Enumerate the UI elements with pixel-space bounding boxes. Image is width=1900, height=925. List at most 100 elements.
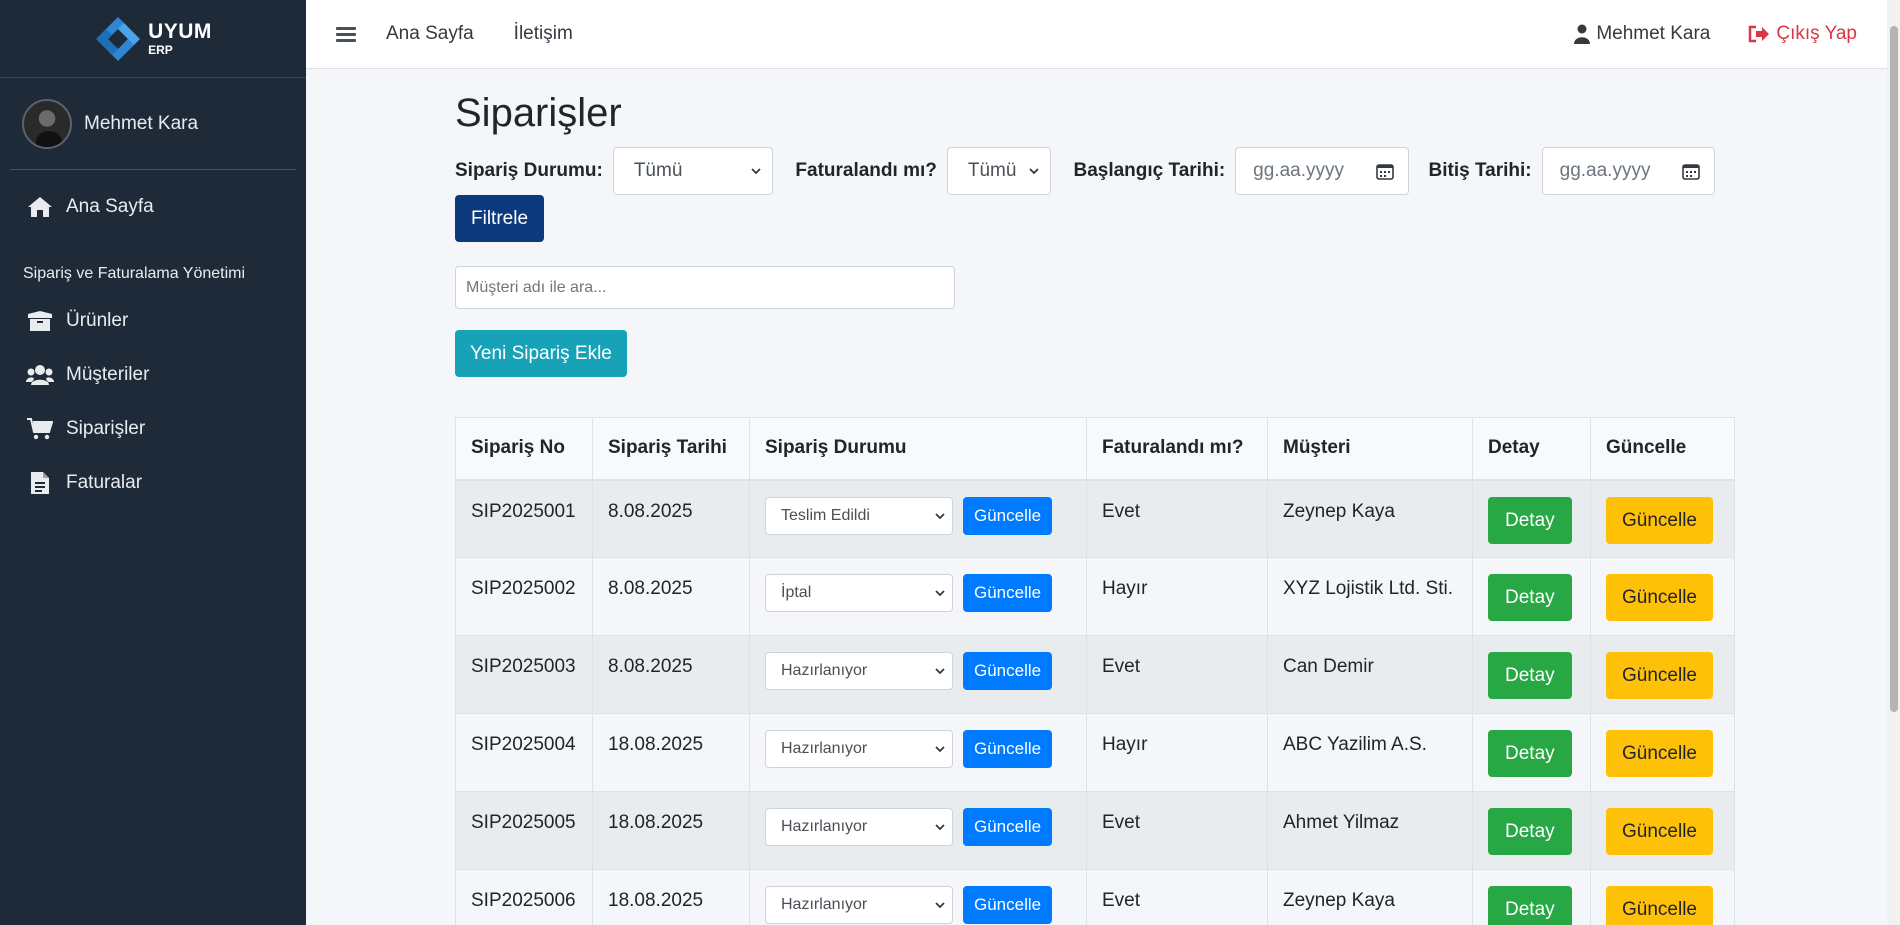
- detail-cell: Detay: [1472, 869, 1591, 925]
- customer-search-input[interactable]: [455, 266, 955, 309]
- edit-button[interactable]: Güncelle: [1606, 808, 1713, 855]
- edit-button[interactable]: Güncelle: [1606, 574, 1713, 621]
- order-status-value: Hazırlanıyor: [781, 896, 868, 913]
- order-date-cell: 18.08.2025: [592, 869, 750, 925]
- filter-button[interactable]: Filtrele: [455, 195, 545, 242]
- edit-button[interactable]: Güncelle: [1606, 730, 1713, 777]
- order-status-value: Teslim Edildi: [781, 506, 870, 524]
- column-header[interactable]: Güncelle: [1590, 417, 1735, 481]
- status-update-button[interactable]: Güncelle: [963, 730, 1053, 768]
- status-update-button[interactable]: Güncelle: [963, 574, 1053, 612]
- column-header[interactable]: Faturalandı mı?: [1086, 417, 1268, 481]
- brand-sub: ERP: [148, 43, 173, 57]
- user-icon: [1574, 24, 1591, 44]
- chevron-down-icon: [935, 590, 945, 597]
- edit-button[interactable]: Güncelle: [1606, 652, 1713, 699]
- sidebar-item-label: Müşteriler: [66, 364, 150, 385]
- detail-button[interactable]: Detay: [1488, 886, 1572, 925]
- invoiced-cell: Hayır: [1086, 713, 1268, 792]
- edit-button[interactable]: Güncelle: [1606, 496, 1713, 544]
- logo-icon: [96, 16, 141, 61]
- sidebar-item-orders[interactable]: Siparişler: [0, 402, 306, 456]
- edit-cell: Güncelle: [1590, 869, 1735, 925]
- status-update-button[interactable]: Güncelle: [963, 886, 1053, 924]
- calendar-icon: [1375, 164, 1394, 180]
- table-row: SIP2025003 8.08.2025 Hazırlanıyor Güncelle E…: [455, 635, 1735, 714]
- status-update-button[interactable]: Güncelle: [963, 496, 1053, 535]
- order-status-select[interactable]: Hazırlanıyor: [765, 652, 953, 690]
- order-date-cell: 18.08.2025: [592, 791, 750, 870]
- sidebar-item-label: Ürünler: [66, 310, 129, 331]
- column-header[interactable]: Müşteri: [1267, 417, 1473, 481]
- order-status-cell: Hazırlanıyor Güncelle: [749, 869, 1087, 925]
- invoiced-cell: Evet: [1086, 791, 1268, 870]
- detail-button[interactable]: Detay: [1488, 808, 1572, 855]
- end-date-label: Bitiş Tarihi:: [1428, 160, 1532, 181]
- status-update-button[interactable]: Güncelle: [963, 652, 1053, 690]
- order-status-select[interactable]: Hazırlanıyor: [765, 886, 953, 924]
- sidebar-item-label: Siparişler: [66, 418, 146, 439]
- end-date-input[interactable]: gg.aa.yyyy: [1541, 147, 1715, 195]
- end-date-placeholder: gg.aa.yyyy: [1559, 160, 1651, 181]
- sidebar-item-home[interactable]: Ana Sayfa: [0, 180, 306, 234]
- order-number-cell: SIP2025001: [455, 479, 593, 558]
- order-status-cell: Teslim Edildi Güncelle: [749, 479, 1087, 558]
- table-header-row: Sipariş No Sipariş Tarihi Sipariş Durumu…: [455, 417, 1735, 481]
- invoiced-filter-value: Tümü: [967, 160, 1017, 181]
- new-order-button[interactable]: Yeni Sipariş Ekle: [455, 330, 627, 377]
- user-panel[interactable]: Mehmet Kara: [10, 78, 296, 170]
- top-link-home[interactable]: Ana Sayfa: [386, 23, 474, 45]
- order-status-select[interactable]: İptal: [765, 574, 953, 612]
- start-date-placeholder: gg.aa.yyyy: [1253, 160, 1344, 181]
- order-status-select[interactable]: Hazırlanıyor: [765, 808, 953, 846]
- chevron-down-icon: [935, 512, 945, 519]
- edit-cell: Güncelle: [1590, 791, 1735, 870]
- detail-cell: Detay: [1472, 791, 1591, 870]
- order-status-select[interactable]: Hazırlanıyor: [765, 730, 953, 768]
- column-header[interactable]: Sipariş Durumu: [749, 417, 1087, 481]
- menu-toggle-icon[interactable]: [336, 26, 356, 42]
- detail-button[interactable]: Detay: [1488, 574, 1572, 621]
- sidebar-item-products[interactable]: Ürünler: [0, 294, 306, 348]
- order-date-cell: 18.08.2025: [592, 713, 750, 792]
- order-status-value: İptal: [781, 584, 812, 601]
- column-header[interactable]: Sipariş Tarihi: [592, 417, 750, 481]
- status-filter-select[interactable]: Tümü: [612, 147, 774, 195]
- detail-button[interactable]: Detay: [1488, 652, 1572, 699]
- status-update-button[interactable]: Güncelle: [963, 808, 1053, 846]
- scrollbar-thumb[interactable]: [1890, 26, 1898, 712]
- column-header[interactable]: Detay: [1472, 417, 1591, 481]
- avatar: [22, 98, 72, 149]
- detail-button[interactable]: Detay: [1488, 730, 1572, 777]
- brand[interactable]: UYUM ERP: [0, 0, 306, 78]
- detail-cell: Detay: [1472, 557, 1591, 636]
- start-date-input[interactable]: gg.aa.yyyy: [1235, 147, 1409, 195]
- start-date-label: Başlangıç Tarihi:: [1073, 160, 1226, 181]
- main-content: Siparişler Sipariş Durumu: Tümü Faturala…: [455, 69, 1735, 925]
- sidebar-item-customers[interactable]: Müşteriler: [0, 348, 306, 402]
- detail-button[interactable]: Detay: [1488, 496, 1572, 544]
- page-scrollbar[interactable]: [1887, 0, 1900, 925]
- edit-button[interactable]: Güncelle: [1606, 886, 1713, 925]
- top-user-menu[interactable]: Mehmet Kara: [1574, 23, 1710, 45]
- order-status-cell: Hazırlanıyor Güncelle: [749, 791, 1087, 870]
- order-number-cell: SIP2025004: [455, 713, 593, 792]
- table-row: SIP2025001 8.08.2025 Teslim Edildi Güncelle…: [455, 479, 1735, 558]
- filter-bar: Sipariş Durumu: Tümü Faturalandı mı? Tüm…: [455, 147, 1735, 195]
- invoiced-filter-select[interactable]: Tümü: [946, 147, 1052, 195]
- order-status-cell: İptal Güncelle: [749, 557, 1087, 636]
- customer-cell: ABC Yazilim A.S.: [1267, 713, 1473, 792]
- sidebar-item-invoices[interactable]: Faturalar: [0, 456, 306, 510]
- top-link-contact[interactable]: İletişim: [514, 23, 573, 45]
- order-status-cell: Hazırlanıyor Güncelle: [749, 635, 1087, 714]
- detail-cell: Detay: [1472, 635, 1591, 714]
- chevron-down-icon: [935, 902, 945, 909]
- top-navbar: Ana Sayfa İletişim Mehmet Kara Çıkış Yap: [306, 0, 1887, 69]
- chevron-down-icon: [935, 746, 945, 753]
- document-icon: [26, 471, 54, 495]
- sidebar-user-name: Mehmet Kara: [84, 112, 199, 134]
- chevron-down-icon: [1029, 168, 1040, 175]
- logout-button[interactable]: Çıkış Yap: [1748, 23, 1857, 45]
- column-header[interactable]: Sipariş No: [455, 417, 593, 481]
- order-status-select[interactable]: Teslim Edildi: [765, 496, 953, 535]
